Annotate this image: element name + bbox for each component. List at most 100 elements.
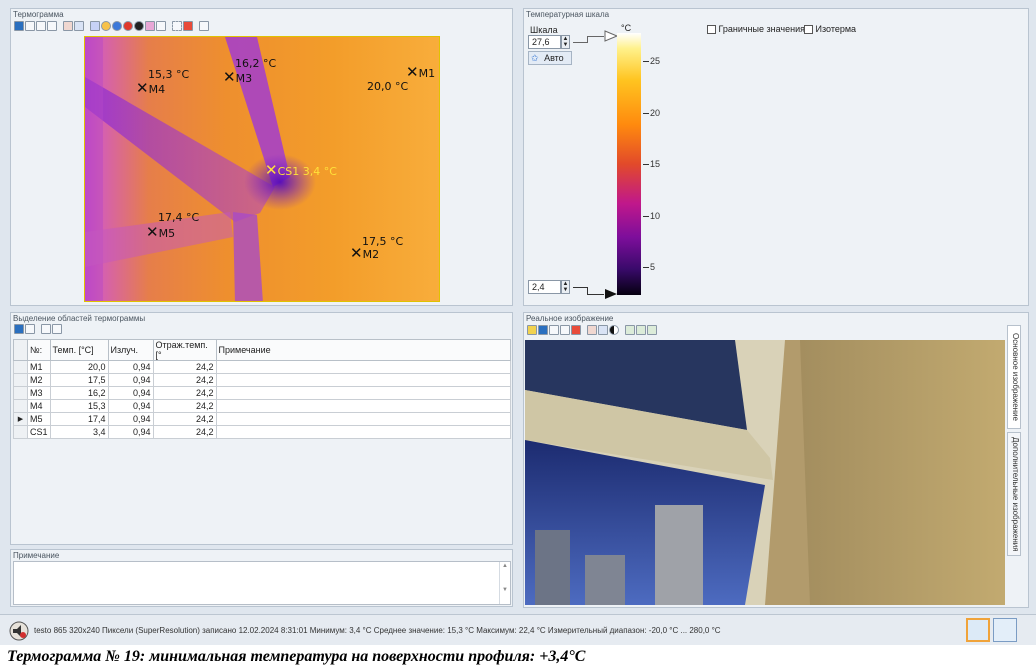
scale-min-pointer[interactable] bbox=[603, 288, 619, 300]
cell-note[interactable] bbox=[215, 399, 512, 413]
measure-point-icon[interactable] bbox=[101, 21, 111, 31]
rotate-right-icon[interactable] bbox=[74, 21, 84, 31]
cell-emissivity[interactable]: 0,94 bbox=[107, 360, 154, 374]
scale-min-input[interactable]: 2,4 bbox=[528, 280, 561, 294]
marker-m2[interactable]: ✕M2 bbox=[350, 246, 379, 262]
cell-note[interactable] bbox=[215, 386, 512, 400]
row-selector[interactable] bbox=[13, 399, 28, 413]
scale-tick bbox=[643, 113, 649, 114]
cell-reflected-temp[interactable]: 24,2 bbox=[152, 399, 217, 413]
table-row[interactable]: M1 20,0 0,94 24,2 bbox=[13, 360, 512, 374]
note-textarea[interactable] bbox=[13, 561, 511, 605]
scale-min-stepper[interactable]: ▲ ▼ bbox=[561, 280, 570, 294]
note-scrollbar[interactable]: ▲ ▼ bbox=[499, 562, 510, 604]
column-header[interactable]: Темп. [°C] bbox=[49, 339, 109, 361]
marker-m4[interactable]: ✕M4 bbox=[136, 81, 165, 97]
rotate-right-icon[interactable] bbox=[598, 325, 608, 335]
marker-m3[interactable]: ✕M3 bbox=[223, 70, 252, 86]
save-icon[interactable] bbox=[14, 324, 24, 334]
marker-m1[interactable]: ✕M1 bbox=[406, 65, 435, 81]
copy-icon[interactable] bbox=[25, 324, 35, 334]
copy-icon[interactable] bbox=[549, 325, 559, 335]
rotate-left-icon[interactable] bbox=[63, 21, 73, 31]
cell-note[interactable] bbox=[215, 425, 512, 439]
contrast-icon[interactable] bbox=[609, 325, 619, 335]
save-icon[interactable] bbox=[14, 21, 24, 31]
histogram-icon[interactable] bbox=[145, 21, 155, 31]
split-window-layout-icon[interactable] bbox=[993, 618, 1017, 642]
delete-icon[interactable] bbox=[183, 21, 193, 31]
remove-region-icon[interactable] bbox=[41, 324, 51, 334]
copy-icon[interactable] bbox=[25, 21, 35, 31]
marker-m2-temp: 17,5 °C bbox=[362, 235, 404, 248]
cell-reflected-temp[interactable]: 24,2 bbox=[152, 425, 217, 439]
cell-temp[interactable]: 17,5 bbox=[49, 373, 109, 387]
table-row[interactable]: M3 16,2 0,94 24,2 bbox=[13, 386, 512, 400]
cell-temp[interactable]: 16,2 bbox=[49, 386, 109, 400]
limit-values-checkbox[interactable] bbox=[707, 25, 716, 35]
row-selector[interactable] bbox=[13, 425, 28, 439]
cell-note[interactable] bbox=[215, 412, 512, 426]
marker-m5[interactable]: ✕M5 bbox=[146, 225, 175, 241]
single-window-layout-icon[interactable] bbox=[966, 618, 990, 642]
cell-temp[interactable]: 20,0 bbox=[49, 360, 109, 374]
isotherm-option[interactable]: Изотерма bbox=[804, 24, 856, 35]
table-row[interactable]: M4 15,3 0,94 24,2 bbox=[13, 399, 512, 413]
tab-main-image[interactable]: Основное изображение bbox=[1007, 325, 1021, 429]
rotate-left-icon[interactable] bbox=[587, 325, 597, 335]
column-header[interactable]: Примечание bbox=[215, 339, 512, 361]
zoom-in-icon[interactable] bbox=[625, 325, 635, 335]
pin-icon[interactable] bbox=[52, 324, 62, 334]
cell-reflected-temp[interactable]: 24,2 bbox=[152, 412, 217, 426]
column-header[interactable]: Излуч. bbox=[107, 339, 154, 361]
cell-emissivity[interactable]: 0,94 bbox=[107, 386, 154, 400]
cell-reflected-temp[interactable]: 24,2 bbox=[152, 373, 217, 387]
cell-temp[interactable]: 17,4 bbox=[49, 412, 109, 426]
cell-reflected-temp[interactable]: 24,2 bbox=[152, 360, 217, 374]
zoom-out-icon[interactable] bbox=[636, 325, 646, 335]
cold-spot-icon[interactable] bbox=[112, 21, 122, 31]
table-row[interactable]: CS1 3,4 0,94 24,2 bbox=[13, 425, 512, 439]
cell-temp[interactable]: 3,4 bbox=[49, 425, 109, 439]
save-icon[interactable] bbox=[538, 325, 548, 335]
limit-values-option[interactable]: Граничные значения bbox=[707, 24, 805, 35]
cell-reflected-temp[interactable]: 24,2 bbox=[152, 386, 217, 400]
row-selector[interactable] bbox=[13, 360, 28, 374]
row-selector[interactable] bbox=[13, 373, 28, 387]
export-icon[interactable] bbox=[36, 21, 46, 31]
temperature-scale-panel: Температурная шкала bbox=[523, 8, 1029, 306]
delete-icon[interactable] bbox=[571, 325, 581, 335]
thermometer-icon[interactable] bbox=[90, 21, 100, 31]
marker-cs1[interactable]: ✕CS1 3,4 °C bbox=[265, 163, 337, 179]
zoom-fit-icon[interactable] bbox=[647, 325, 657, 335]
grid-icon[interactable] bbox=[199, 21, 209, 31]
row-selector[interactable] bbox=[13, 386, 28, 400]
exclude-icon[interactable] bbox=[134, 21, 144, 31]
cell-temp[interactable]: 15,3 bbox=[49, 399, 109, 413]
current-row-arrow-icon[interactable]: ▶ bbox=[13, 412, 28, 426]
scale-max-input[interactable]: 27,6 bbox=[528, 35, 561, 49]
select-region-icon[interactable] bbox=[172, 21, 182, 31]
cell-emissivity[interactable]: 0,94 bbox=[107, 425, 154, 439]
cell-emissivity[interactable]: 0,94 bbox=[107, 412, 154, 426]
cell-emissivity[interactable]: 0,94 bbox=[107, 373, 154, 387]
tab-extra-images[interactable]: Дополнительные изображения bbox=[1007, 432, 1021, 556]
isotherm-checkbox[interactable] bbox=[804, 25, 813, 35]
compare-icon[interactable] bbox=[47, 21, 57, 31]
column-header[interactable]: №: bbox=[27, 339, 51, 361]
table-row[interactable]: M2 17,5 0,94 24,2 bbox=[13, 373, 512, 387]
real-photo[interactable] bbox=[525, 340, 1005, 605]
column-header[interactable]: Отраж.темп. [° bbox=[152, 339, 217, 361]
paste-icon[interactable] bbox=[560, 325, 570, 335]
thermogram-image[interactable]: ✕M1 20,0 °C ✕M2 17,5 °C ✕M3 16,2 °C ✕M4 … bbox=[84, 36, 440, 302]
cell-note[interactable] bbox=[215, 360, 512, 374]
cell-note[interactable] bbox=[215, 373, 512, 387]
open-icon[interactable] bbox=[527, 325, 537, 335]
auto-button[interactable]: ✩ Авто bbox=[528, 51, 572, 65]
cell-emissivity[interactable]: 0,94 bbox=[107, 399, 154, 413]
speaker-icon[interactable] bbox=[9, 621, 29, 641]
table-row-selected[interactable]: ▶ M5 17,4 0,94 24,2 bbox=[13, 412, 512, 426]
scale-max-stepper[interactable]: ▲ ▼ bbox=[561, 35, 570, 49]
hot-spot-icon[interactable] bbox=[123, 21, 133, 31]
profile-line-icon[interactable] bbox=[156, 21, 166, 31]
